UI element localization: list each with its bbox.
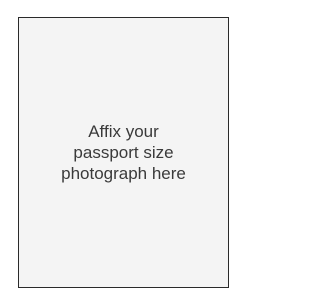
photo-instruction-text: Affix your passport size photograph here (61, 121, 186, 184)
instruction-line-2: passport size (73, 143, 174, 162)
photo-form-page: Affix your passport size photograph here (0, 0, 249, 290)
passport-photo-placeholder[interactable]: Affix your passport size photograph here (18, 17, 229, 288)
instruction-line-1: Affix your (88, 122, 159, 141)
instruction-line-3: photograph here (61, 164, 186, 183)
